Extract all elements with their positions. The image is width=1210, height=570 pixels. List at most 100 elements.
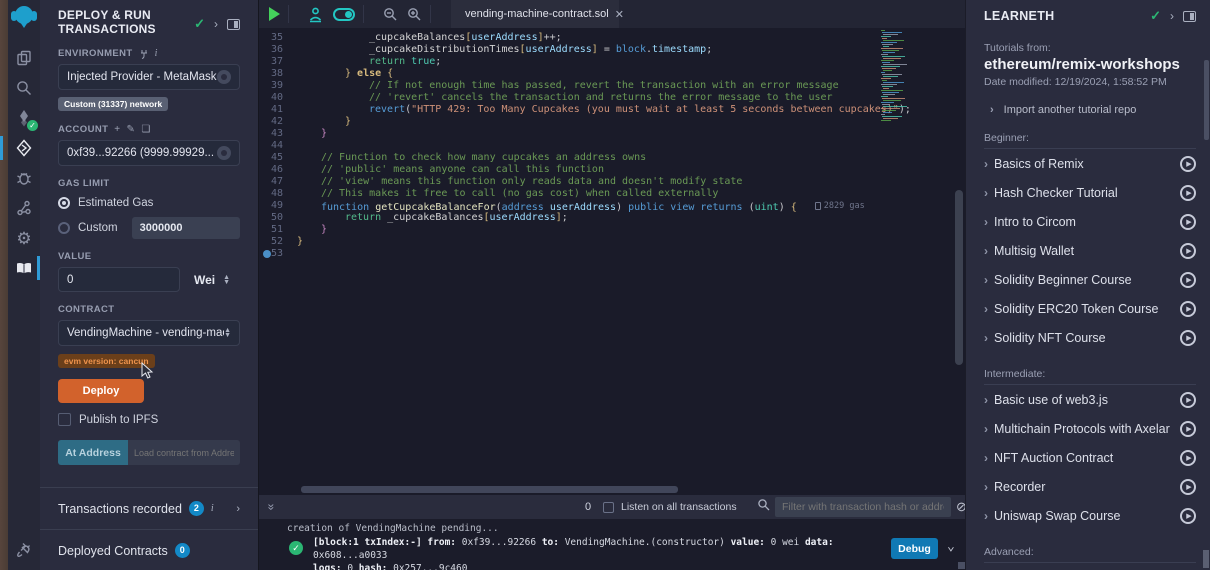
tutorial-item[interactable]: ›Hash Checker Tutorial▶ <box>984 178 1196 207</box>
terminal-filter-input[interactable] <box>775 497 951 517</box>
start-tutorial-icon[interactable]: ▶ <box>1180 392 1196 408</box>
publish-ipfs-checkbox[interactable] <box>58 413 71 426</box>
editor-horizontal-scrollbar[interactable] <box>301 486 678 493</box>
tutorial-item[interactable]: ›Recorder▶ <box>984 472 1196 501</box>
expand-tx-icon[interactable]: ⌄ <box>947 539 955 554</box>
code-line[interactable]: 48// This makes it free to call (no gas … <box>259 188 966 200</box>
value-unit-select[interactable]: Wei <box>194 273 215 287</box>
close-tab-icon[interactable]: ✕ <box>615 8 624 21</box>
panel-pin-icon[interactable] <box>227 19 240 30</box>
custom-gas-radio[interactable] <box>58 222 70 234</box>
deploy-button[interactable]: Deploy <box>58 379 144 403</box>
start-tutorial-icon[interactable]: ▶ <box>1180 330 1196 346</box>
start-tutorial-icon[interactable]: ▶ <box>1180 421 1196 437</box>
code-line[interactable]: 41revert("HTTP 429: Too Many Cupcakes (y… <box>259 104 966 116</box>
info-icon[interactable]: i <box>211 503 214 514</box>
at-address-input[interactable] <box>128 440 240 465</box>
chevron-right-icon[interactable]: › <box>236 503 240 515</box>
code-line[interactable]: 45// Function to check how many cupcakes… <box>259 152 966 164</box>
tutorial-item[interactable]: ›Intro to Circom▶ <box>984 207 1196 236</box>
value-input[interactable] <box>58 267 180 292</box>
deployed-contracts-row[interactable]: Deployed Contracts 0 <box>40 529 258 570</box>
panel-scrollbar[interactable] <box>1204 60 1209 140</box>
contract-select[interactable]: VendingMachine - vending-machin ▲▼ <box>58 320 240 346</box>
code-line[interactable]: 51} <box>259 224 966 236</box>
code-line[interactable]: 46// 'public' means anyone can call this… <box>259 164 966 176</box>
tutorial-item[interactable]: ›Basic use of web3.js▶ <box>984 385 1196 414</box>
tutorial-item[interactable]: ›Uniswap Swap Course▶ <box>984 501 1196 530</box>
code-line[interactable]: 53 <box>259 248 966 260</box>
start-tutorial-icon[interactable]: ▶ <box>1180 156 1196 172</box>
code-editor[interactable]: 35_cupcakeBalances[userAddress]++;36_cup… <box>259 28 966 484</box>
start-tutorial-icon[interactable]: ▶ <box>1180 301 1196 317</box>
tutorial-item[interactable]: ›NFT Auction Contract▶ <box>984 443 1196 472</box>
tutorial-item[interactable]: ›Solidity NFT Course▶ <box>984 323 1196 352</box>
tutorial-item[interactable]: ›Multichain Protocols with Axelar▶ <box>984 414 1196 443</box>
deploy-run-icon[interactable] <box>8 133 40 163</box>
custom-gas-input[interactable] <box>132 217 240 239</box>
code-line[interactable]: 47// 'view' means this function only rea… <box>259 176 966 188</box>
panel-expand-icon[interactable]: › <box>1170 9 1174 23</box>
editor-tab[interactable]: vending-machine-contract.sol ✕ <box>451 0 619 28</box>
tutorial-item[interactable]: ›Basics of Remix▶ <box>984 149 1196 178</box>
account-actions-icon[interactable] <box>217 146 231 160</box>
estimated-gas-radio[interactable] <box>58 197 70 209</box>
code-line[interactable]: 38} else { <box>259 68 966 80</box>
environment-select[interactable]: Injected Provider - MetaMask <box>58 64 240 90</box>
panel-scrollbar-thumb[interactable] <box>1203 550 1209 568</box>
ai-assistant-icon[interactable] <box>307 6 324 23</box>
code-line[interactable]: 37return true; <box>259 56 966 68</box>
search-icon[interactable] <box>8 73 40 103</box>
circuit-compiler-icon[interactable] <box>8 193 40 223</box>
breakpoint-dot[interactable] <box>263 250 271 258</box>
import-repo-toggle[interactable]: › Import another tutorial repo <box>984 104 1196 116</box>
tutorial-item[interactable]: ›All about Proxy Contracts▶ <box>984 563 1196 570</box>
at-address-button[interactable]: At Address <box>58 440 128 465</box>
account-select[interactable]: 0xf39...92266 (9999.99929... <box>58 140 240 166</box>
start-tutorial-icon[interactable]: ▶ <box>1180 272 1196 288</box>
editor-minimap[interactable] <box>881 30 907 130</box>
tutorial-item[interactable]: ›Solidity Beginner Course▶ <box>984 265 1196 294</box>
solidity-compiler-icon[interactable]: ✓ <box>8 103 40 133</box>
listen-all-checkbox[interactable] <box>603 502 614 513</box>
terminal-collapse-icon[interactable]: » <box>264 504 278 511</box>
transactions-recorded-row[interactable]: Transactions recorded 2 i › <box>40 487 258 529</box>
start-tutorial-icon[interactable]: ▶ <box>1180 243 1196 259</box>
start-tutorial-icon[interactable]: ▶ <box>1180 185 1196 201</box>
code-line[interactable]: 50return _cupcakeBalances[userAddress]; <box>259 212 966 224</box>
debugger-icon[interactable] <box>8 163 40 193</box>
add-account-icon[interactable]: + <box>114 124 120 135</box>
copy-account-icon[interactable]: ❏ <box>141 124 150 135</box>
code-line[interactable]: 35_cupcakeBalances[userAddress]++; <box>259 32 966 44</box>
start-tutorial-icon[interactable]: ▶ <box>1180 508 1196 524</box>
tutorial-item[interactable]: ›Solidity ERC20 Token Course▶ <box>984 294 1196 323</box>
tutorial-item[interactable]: ›Multisig Wallet▶ <box>984 236 1196 265</box>
start-tutorial-icon[interactable]: ▶ <box>1180 214 1196 230</box>
edit-account-icon[interactable]: ✎ <box>127 124 136 135</box>
file-explorer-icon[interactable] <box>8 43 40 73</box>
learneth-icon[interactable] <box>8 253 40 283</box>
panel-expand-icon[interactable]: › <box>214 17 218 31</box>
code-line[interactable]: 52} <box>259 236 966 248</box>
zoom-in-icon[interactable] <box>406 6 422 22</box>
info-icon[interactable]: i <box>155 48 158 59</box>
tx-log-text[interactable]: [block:1 txIndex:-] from: 0xf39...92266 … <box>313 536 873 570</box>
start-tutorial-icon[interactable]: ▶ <box>1180 479 1196 495</box>
environment-settings-icon[interactable] <box>217 70 231 84</box>
code-line[interactable]: 42} <box>259 116 966 128</box>
start-tutorial-icon[interactable]: ▶ <box>1180 450 1196 466</box>
panel-pin-icon[interactable] <box>1183 11 1196 22</box>
code-line[interactable]: 39// If not enough time has passed, reve… <box>259 80 966 92</box>
ai-toggle[interactable] <box>333 8 355 21</box>
zoom-out-icon[interactable] <box>382 6 398 22</box>
run-script-icon[interactable] <box>269 7 280 21</box>
settings-icon[interactable]: ⚙ <box>8 223 40 253</box>
editor-vertical-scrollbar[interactable] <box>955 190 963 365</box>
code-line[interactable]: 49function getCupcakeBalanceFor(address … <box>259 200 966 212</box>
remix-logo[interactable] <box>11 5 37 29</box>
plugin-manager-icon[interactable] <box>8 534 40 564</box>
code-line[interactable]: 43} <box>259 128 966 140</box>
unit-stepper-icon[interactable]: ▲▼ <box>223 275 230 285</box>
code-line[interactable]: 40// 'revert' cancels the transaction an… <box>259 92 966 104</box>
debug-button[interactable]: Debug <box>891 538 938 559</box>
